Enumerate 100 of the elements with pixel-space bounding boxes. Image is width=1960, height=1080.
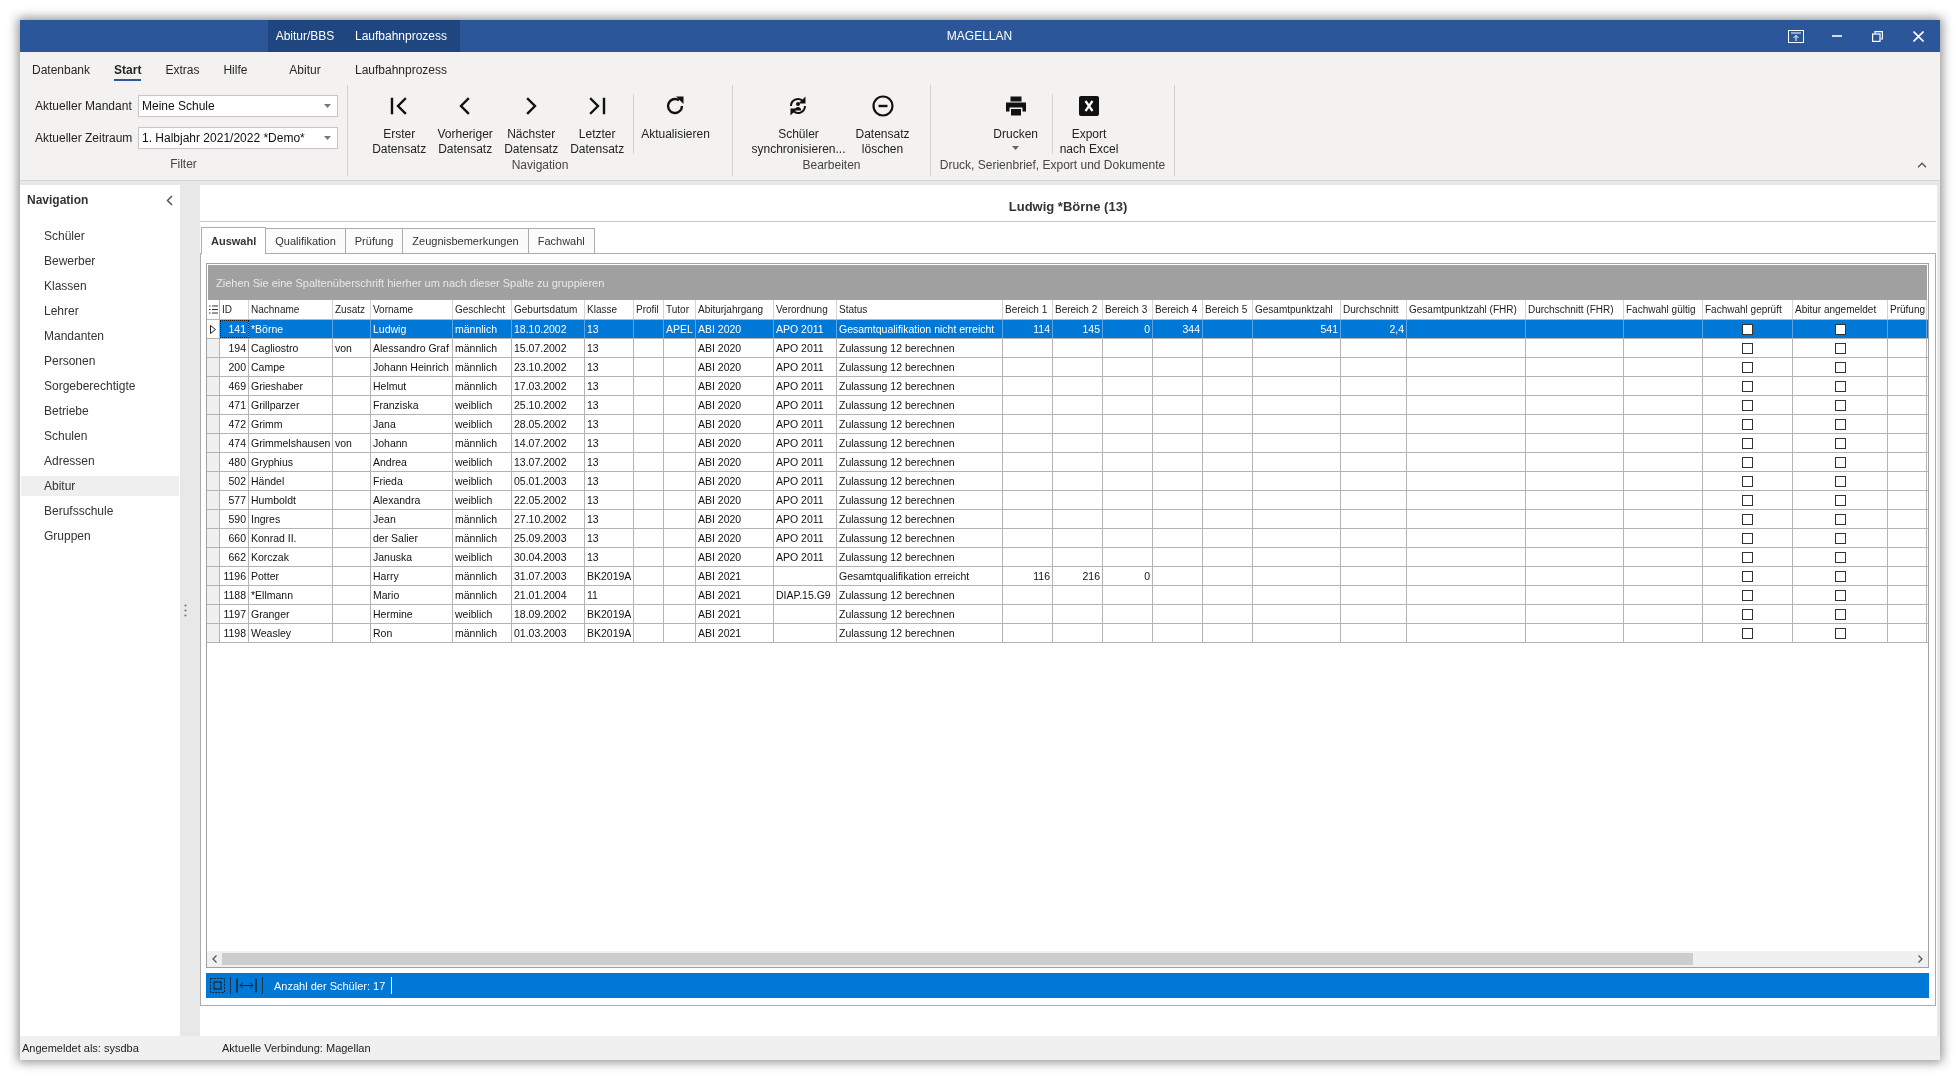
checkbox[interactable] bbox=[1834, 380, 1846, 392]
table-row[interactable]: 469 Grieshaber Helmut männlich 17.03.2002 13 ABI 2020 APO 2011 Zulassung 12 berechnen bbox=[207, 377, 1928, 396]
checkbox[interactable] bbox=[1742, 342, 1753, 354]
table-row[interactable]: 474 Grimmelshausen von Johann männlich 14.07.2002 13 ABI 2020 APO 2011 Zulassung 12 berechnen bbox=[207, 434, 1928, 453]
checkbox[interactable] bbox=[1742, 570, 1753, 582]
tab[interactable]: Zeugnisbemerkungen bbox=[402, 228, 529, 253]
checkbox[interactable] bbox=[1834, 627, 1846, 639]
checkbox[interactable] bbox=[1834, 513, 1846, 525]
table-row[interactable]: 1188 *Ellmann Mario männlich 21.01.2004 11 ABI 2021 DIAP.15.G9 Zulassung 12 berechnen bbox=[207, 586, 1928, 605]
column-header[interactable]: Gesamtpunktzahl (FHR) bbox=[1407, 300, 1526, 319]
sidebar-item[interactable]: Adressen bbox=[21, 451, 179, 471]
tab[interactable]: Fachwahl bbox=[527, 228, 595, 253]
checkbox[interactable] bbox=[1742, 627, 1753, 639]
column-header[interactable]: Fachwahl gültig bbox=[1624, 300, 1703, 319]
column-header[interactable]: Tutor bbox=[664, 300, 696, 319]
chevron-left-icon[interactable] bbox=[212, 955, 217, 963]
table-row[interactable]: 502 Händel Frieda weiblich 05.01.2003 13 ABI 2020 APO 2011 Zulassung 12 berechnen bbox=[207, 472, 1928, 491]
sidebar-item[interactable]: Schüler bbox=[21, 226, 179, 246]
sidebar-item[interactable]: Sorgeberechtigte bbox=[21, 376, 179, 396]
column-header[interactable]: Status bbox=[837, 300, 1003, 319]
column-header[interactable]: Gesamtpunktzahl bbox=[1253, 300, 1341, 319]
table-row[interactable]: 480 Gryphius Andrea weiblich 13.07.2002 13 ABI 2020 APO 2011 Zulassung 12 berechnen bbox=[207, 453, 1928, 472]
checkbox[interactable] bbox=[1742, 380, 1753, 392]
ribbon-button[interactable]: Erster Datensatz bbox=[366, 94, 433, 157]
table-row[interactable]: 577 Humboldt Alexandra weiblich 22.05.2002 13 ABI 2020 APO 2011 Zulassung 12 berechnen bbox=[207, 491, 1928, 510]
checkbox[interactable] bbox=[1742, 532, 1753, 544]
table-row[interactable]: 660 Konrad II. der Salier männlich 25.09.2003 13 ABI 2020 APO 2011 Zulassung 12 berechnen bbox=[207, 529, 1928, 548]
chevron-right-icon[interactable] bbox=[1918, 955, 1923, 963]
column-header[interactable]: Nachname bbox=[249, 300, 333, 319]
ribbon-button[interactable]: Schüler synchronisieren... bbox=[747, 94, 850, 157]
checkbox[interactable] bbox=[1742, 608, 1753, 620]
sidebar-item[interactable]: Mandanten bbox=[21, 326, 179, 346]
checkbox[interactable] bbox=[1742, 513, 1753, 525]
checkbox[interactable] bbox=[1834, 437, 1846, 449]
ribbon-tab[interactable]: Extras bbox=[153, 52, 212, 85]
column-header[interactable]: Bereich 4 bbox=[1153, 300, 1203, 319]
table-row[interactable]: 590 Ingres Jean männlich 27.10.2002 13 ABI 2020 APO 2011 Zulassung 12 berechnen bbox=[207, 510, 1928, 529]
checkbox[interactable] bbox=[1834, 361, 1846, 373]
column-header[interactable]: Durchschnitt (FHR) bbox=[1526, 300, 1624, 319]
column-header[interactable]: Abitur angemeldet bbox=[1793, 300, 1888, 319]
chevron-up-icon[interactable] bbox=[1917, 162, 1927, 168]
column-header[interactable]: Zusatz bbox=[333, 300, 371, 319]
checkbox[interactable] bbox=[1834, 570, 1846, 582]
tab[interactable]: Auswahl bbox=[201, 227, 267, 254]
table-row[interactable]: 472 Grimm Jana weiblich 28.05.2002 13 ABI 2020 APO 2011 Zulassung 12 berechnen bbox=[207, 415, 1928, 434]
close-icon[interactable] bbox=[1913, 30, 1924, 42]
ribbon-tab[interactable]: Datenbank bbox=[20, 52, 103, 85]
ribbon-tab[interactable]: Start bbox=[102, 52, 154, 85]
table-row[interactable]: 1197 Granger Hermine weiblich 18.09.2002 BK2019A ABI 2021 Zulassung 12 berechnen bbox=[207, 605, 1928, 624]
checkbox[interactable] bbox=[1834, 399, 1846, 411]
grip-dots-icon[interactable] bbox=[184, 604, 187, 617]
checkbox[interactable] bbox=[1834, 456, 1846, 468]
column-header[interactable]: Bereich 5 bbox=[1203, 300, 1253, 319]
ribbon-tab[interactable]: Laufbahnprozess bbox=[342, 52, 460, 85]
dropdown[interactable]: 1. Halbjahr 2021/2022 *Demo* bbox=[138, 127, 338, 149]
ribbon-button[interactable]: Export nach Excel bbox=[1055, 94, 1123, 157]
checkbox[interactable] bbox=[1834, 323, 1846, 335]
ribbon-button[interactable]: Aktualisieren bbox=[637, 94, 714, 142]
checkbox[interactable] bbox=[1742, 494, 1753, 506]
tab[interactable]: Qualifikation bbox=[265, 228, 346, 253]
column-header[interactable]: Verordnung bbox=[774, 300, 837, 319]
restore-icon[interactable] bbox=[1872, 30, 1883, 42]
checkbox[interactable] bbox=[1834, 589, 1846, 601]
column-header[interactable]: Bereich 3 bbox=[1103, 300, 1153, 319]
ribbon-button[interactable]: Datensatz löschen bbox=[849, 94, 916, 157]
sidebar-item[interactable]: Lehrer bbox=[21, 301, 179, 321]
table-row[interactable]: 194 Cagliostro von Alessandro Graf männlich 15.07.2002 13 ABI 2020 APO 2011 Zulassung 12 berechnen bbox=[207, 339, 1928, 358]
sidebar-item[interactable]: Abitur bbox=[21, 476, 179, 496]
table-row[interactable]: 200 Campe Johann Heinrich männlich 23.10.2002 13 ABI 2020 APO 2011 Zulassung 12 berechnen bbox=[207, 358, 1928, 377]
sidebar-item[interactable]: Bewerber bbox=[21, 251, 179, 271]
column-header[interactable]: Geburtsdatum bbox=[512, 300, 585, 319]
checkbox[interactable] bbox=[1742, 551, 1753, 563]
tab[interactable]: Prüfung bbox=[344, 228, 404, 253]
checkbox[interactable] bbox=[1834, 532, 1846, 544]
column-header[interactable]: Vorname bbox=[371, 300, 453, 319]
table-row[interactable]: 141 *Börne Ludwig männlich 18.10.2002 13 APEL ABI 2020 APO 2011 Gesamtqualifikation nicht erreicht 114 145 0 344 541 2,4 bbox=[207, 320, 1928, 339]
checkbox[interactable] bbox=[1834, 475, 1846, 487]
sidebar-item[interactable]: Gruppen bbox=[21, 526, 179, 546]
checkbox[interactable] bbox=[1742, 475, 1753, 487]
column-header[interactable]: Profil bbox=[634, 300, 664, 319]
checkbox[interactable] bbox=[1742, 323, 1753, 335]
sidebar-item[interactable]: Schulen bbox=[21, 426, 179, 446]
checkbox[interactable] bbox=[1742, 456, 1753, 468]
ribbon-button[interactable]: Drucken bbox=[982, 94, 1049, 150]
checkbox[interactable] bbox=[1742, 418, 1753, 430]
checkbox[interactable] bbox=[1834, 342, 1846, 354]
column-header[interactable]: Bereich 2 bbox=[1053, 300, 1103, 319]
column-header[interactable]: Geschlecht bbox=[453, 300, 512, 319]
checkbox[interactable] bbox=[1742, 437, 1753, 449]
table-row[interactable]: 662 Korczak Januska weiblich 30.04.2003 13 ABI 2020 APO 2011 Zulassung 12 berechnen bbox=[207, 548, 1928, 567]
sidebar-item[interactable]: Berufsschule bbox=[21, 501, 179, 521]
checkbox[interactable] bbox=[1742, 361, 1753, 373]
ribbon-tab[interactable]: Abitur bbox=[268, 52, 342, 85]
ribbon-button[interactable]: Letzter Datensatz bbox=[564, 94, 631, 157]
column-header[interactable]: Fachwahl geprüft bbox=[1703, 300, 1793, 319]
table-row[interactable]: 1196 Potter Harry männlich 31.07.2003 BK2019A ABI 2021 Gesamtqualifikation erreicht 116 216 0 bbox=[207, 567, 1928, 586]
checkbox[interactable] bbox=[1834, 608, 1846, 620]
checkbox[interactable] bbox=[1742, 589, 1753, 601]
scrollbar-thumb[interactable] bbox=[222, 953, 1694, 965]
ribbon-button[interactable]: Nächster Datensatz bbox=[498, 94, 565, 157]
